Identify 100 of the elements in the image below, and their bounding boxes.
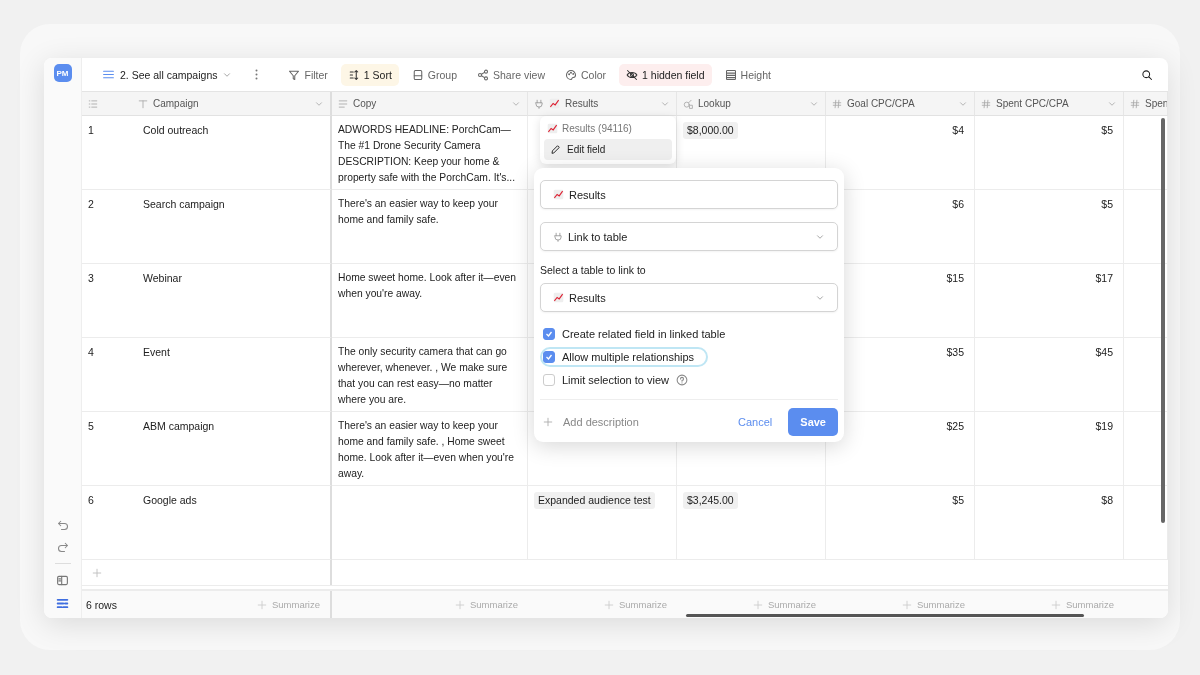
chart-icon	[549, 98, 560, 109]
plug-icon	[553, 231, 563, 242]
toolbar-button[interactable]: Share view	[470, 63, 552, 86]
table-cell: Cold outreach	[143, 124, 209, 136]
row-count: 6 rows	[86, 598, 117, 611]
checkbox-label: Create related field in linked table	[562, 328, 726, 340]
undo-icon	[56, 519, 69, 531]
field-type-select[interactable]: Link to table	[540, 222, 838, 251]
field-name-input[interactable]: Results	[540, 180, 838, 209]
plug-icon	[534, 98, 544, 109]
table-cell: Google ads	[143, 494, 197, 506]
toolbar-button[interactable]: Group	[404, 63, 465, 86]
table-cell: $5	[952, 494, 964, 506]
column-header[interactable]: Campaign	[132, 92, 332, 116]
table-cell: $4	[952, 124, 964, 136]
plus-icon	[1050, 599, 1061, 610]
toolbar-button[interactable]: 1 hidden field	[619, 63, 712, 86]
hash-icon	[1130, 98, 1140, 109]
table-cell: $35	[946, 346, 964, 358]
cell-chip: $3,245.00	[683, 492, 738, 509]
table-cell: There's an easier way to keep your home and family safe.	[338, 198, 498, 225]
chart-icon	[547, 123, 558, 134]
cancel-button[interactable]: Cancel	[728, 412, 783, 432]
table-cell: $5	[1101, 124, 1113, 136]
sidebar-icon	[56, 574, 69, 587]
table-cell: Home sweet home. Look after it—even when you're away.	[338, 272, 516, 299]
eye-off-icon	[626, 68, 639, 81]
check-icon	[545, 330, 553, 338]
save-button[interactable]: Save	[788, 408, 838, 436]
column-header[interactable]: Lookup	[677, 92, 826, 116]
table-cell: 2	[88, 198, 94, 210]
share-icon	[477, 68, 490, 81]
table-cell: $19	[1095, 420, 1113, 432]
column-header[interactable]: Results	[528, 92, 677, 116]
table-cell: There's an easier way to keep your home and family safe. , Home sweet home. Look after it—even when you're away.	[338, 420, 514, 479]
funnel-icon	[288, 68, 301, 81]
add-description-button[interactable]: Add description	[540, 414, 642, 430]
search-icon	[1141, 68, 1153, 81]
menu-item[interactable]: Edit field	[544, 139, 672, 160]
table-cell: $15	[946, 272, 964, 284]
column-header[interactable]	[82, 92, 132, 116]
toolbar-button[interactable]: 1 Sort	[340, 63, 399, 86]
table-cell: $17	[1095, 272, 1113, 284]
checkbox[interactable]	[543, 374, 555, 386]
plus-icon	[454, 599, 465, 610]
table-cell: $45	[1095, 346, 1113, 358]
palette-icon	[565, 68, 577, 81]
redo-icon	[56, 541, 69, 553]
table-cell: ABM campaign	[143, 420, 215, 432]
lookup-icon	[683, 98, 693, 109]
plus-icon	[603, 599, 614, 610]
toolbar-button[interactable]: Filter	[281, 63, 335, 86]
column-header[interactable]: Copy	[332, 92, 528, 116]
table-select[interactable]: Results	[540, 283, 838, 312]
table-cell: The only security camera that can go wherever, whenever. , We make sure that you can rest easy—no matter where you are.	[338, 346, 508, 405]
table-cell: 1	[88, 124, 94, 136]
table-cell: $8	[1101, 494, 1113, 506]
pencil-icon	[550, 144, 561, 155]
checkbox-label: Allow multiple relationships	[562, 351, 695, 363]
menu-icon	[102, 68, 115, 81]
plus-icon	[256, 599, 267, 610]
column-header[interactable]: Spent CPC/CPA	[975, 92, 1124, 116]
check-icon	[545, 353, 553, 361]
table-cell: Event	[143, 346, 170, 358]
text-icon	[138, 98, 148, 109]
chart-icon	[553, 292, 564, 303]
cell-chip: Expanded audience test	[534, 492, 655, 509]
table-cell: Webinar	[143, 272, 182, 284]
toolbar-button[interactable]: Color	[558, 63, 614, 86]
menu-title: Results (94116)	[562, 123, 632, 134]
cell-chip: $8,000.00	[683, 122, 738, 139]
rows-icon	[724, 68, 737, 81]
toolbar-button[interactable]: Height	[717, 63, 778, 86]
view-selector[interactable]: 2. See all campaigns	[96, 64, 239, 85]
group-icon	[411, 68, 424, 81]
table-cell: $5	[1101, 198, 1113, 210]
table-cell: 3	[88, 272, 94, 284]
column-header[interactable]: Spen	[1124, 92, 1168, 116]
checkbox[interactable]	[543, 351, 555, 363]
column-header[interactable]: Goal CPC/CPA	[826, 92, 975, 116]
plus-icon	[752, 599, 763, 610]
hash-icon	[981, 98, 991, 109]
scrollbar[interactable]	[686, 614, 1084, 617]
table-cell: 6	[88, 494, 94, 506]
table-cell: ADWORDS HEADLINE: PorchCam—The #1 Drone Security Camera DESCRIPTION: Keep your home & property safe with the PorchCam. It's...	[338, 124, 516, 183]
list-icon	[88, 98, 98, 109]
sort-icon	[347, 68, 360, 81]
scrollbar[interactable]	[1161, 118, 1165, 523]
workspace-avatar[interactable]: PM	[53, 64, 72, 82]
table-cell: $6	[952, 198, 964, 210]
hash-icon	[832, 98, 842, 109]
table-cell: Search campaign	[143, 198, 225, 210]
table-cell: 4	[88, 346, 94, 358]
table-view-icon	[56, 597, 69, 610]
field-label: Select a table to link to	[540, 264, 647, 276]
plus-icon	[92, 567, 102, 578]
checkbox[interactable]	[543, 328, 555, 340]
plus-icon	[901, 599, 912, 610]
chart-icon	[553, 189, 564, 200]
plus-icon	[543, 417, 553, 427]
